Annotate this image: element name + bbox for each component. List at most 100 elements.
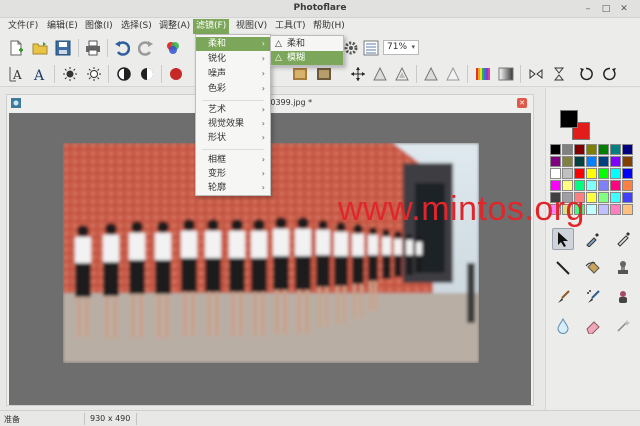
brightness-up-button[interactable]: [84, 64, 104, 84]
menu-item-sharpen[interactable]: 锐化 ›: [196, 52, 270, 66]
rotate-right-button[interactable]: [600, 64, 620, 84]
undo-button[interactable]: [112, 38, 132, 58]
sepia-button[interactable]: [314, 64, 334, 84]
color-swatch[interactable]: [610, 180, 621, 191]
menu-item-frames[interactable]: 相框 ›: [196, 153, 270, 167]
menu-image[interactable]: 图像(I): [82, 19, 116, 34]
color-swatch[interactable]: [622, 156, 633, 167]
color-picker-tool[interactable]: [612, 228, 634, 250]
photo-canvas[interactable]: [63, 143, 479, 363]
menu-adjust[interactable]: 调整(A): [156, 19, 193, 34]
menu-help[interactable]: 帮助(H): [310, 19, 348, 34]
color-swatch[interactable]: [610, 192, 621, 203]
color-swatch[interactable]: [550, 144, 561, 155]
spray-tool[interactable]: [582, 286, 604, 308]
color-swatch[interactable]: [562, 144, 573, 155]
soften-button[interactable]: [443, 64, 463, 84]
minimize-button[interactable]: –: [582, 3, 594, 15]
menu-select[interactable]: 选择(S): [118, 19, 155, 34]
color-swatch[interactable]: [622, 144, 633, 155]
color-swatch[interactable]: [574, 144, 585, 155]
menu-item-visual-effects[interactable]: 视觉效果 ›: [196, 117, 270, 131]
menu-tools[interactable]: 工具(T): [272, 19, 309, 34]
color-swatch[interactable]: [574, 156, 585, 167]
redo-button[interactable]: [136, 38, 156, 58]
menu-filters[interactable]: 滤镜(F): [193, 19, 230, 34]
color-swatch[interactable]: [586, 156, 597, 167]
menu-item-outline[interactable]: 轮廓 ›: [196, 181, 270, 195]
rotate-left-button[interactable]: [576, 64, 596, 84]
menu-item-noise[interactable]: 噪声 ›: [196, 67, 270, 81]
contrast-down-button[interactable]: [114, 64, 134, 84]
color-swatch[interactable]: [586, 144, 597, 155]
color-swatch[interactable]: [598, 144, 609, 155]
eraser-tool[interactable]: [582, 315, 604, 337]
sharpen-button[interactable]: [421, 64, 441, 84]
color-swatch[interactable]: [598, 180, 609, 191]
menu-item-distort[interactable]: 变形 ›: [196, 167, 270, 181]
red-filter-button[interactable]: [166, 64, 186, 84]
brush-tool[interactable]: [552, 286, 574, 308]
shape-button-2[interactable]: [392, 64, 412, 84]
color-swatch[interactable]: [610, 204, 621, 215]
maximize-button[interactable]: □: [600, 3, 612, 15]
color-swatch[interactable]: [598, 204, 609, 215]
menu-item-soften[interactable]: 柔和 ›: [196, 37, 270, 51]
color-picker-button[interactable]: [163, 38, 183, 58]
open-file-button[interactable]: [30, 38, 50, 58]
flip-horizontal-button[interactable]: [526, 64, 546, 84]
color-swatch[interactable]: [610, 156, 621, 167]
oil-paint-button[interactable]: [290, 64, 310, 84]
paint-bucket-tool[interactable]: [582, 257, 604, 279]
color-swatch[interactable]: [586, 168, 597, 179]
gradient-button[interactable]: [496, 64, 516, 84]
submenu-item-blur[interactable]: △ 模糊: [271, 51, 343, 65]
stamp-tool[interactable]: [612, 257, 634, 279]
submenu-item-soften[interactable]: △ 柔和: [271, 37, 343, 51]
blur-tool[interactable]: [552, 315, 574, 337]
text-effect-button[interactable]: A: [30, 64, 50, 84]
close-window-button[interactable]: ✕: [618, 3, 630, 15]
eyedropper-tool[interactable]: [582, 228, 604, 250]
brightness-down-button[interactable]: [60, 64, 80, 84]
print-button[interactable]: [83, 38, 103, 58]
color-swatch[interactable]: [622, 168, 633, 179]
color-swatch[interactable]: [586, 204, 597, 215]
move-button[interactable]: [348, 64, 368, 84]
smudge-tool[interactable]: [612, 286, 634, 308]
foreground-color-swatch[interactable]: [560, 110, 578, 128]
menu-view[interactable]: 视图(V): [233, 19, 270, 34]
color-swatch[interactable]: [622, 180, 633, 191]
contrast-up-button[interactable]: [137, 64, 157, 84]
color-swatch[interactable]: [610, 144, 621, 155]
new-file-button[interactable]: [6, 38, 26, 58]
color-bars-button[interactable]: [473, 64, 493, 84]
settings-button[interactable]: [341, 38, 361, 58]
menu-edit[interactable]: 编辑(E): [44, 19, 81, 34]
line-tool[interactable]: [552, 257, 574, 279]
color-swatch[interactable]: [562, 156, 573, 167]
color-swatch[interactable]: [598, 168, 609, 179]
close-document-button[interactable]: ✕: [517, 98, 527, 108]
color-swatch[interactable]: [610, 168, 621, 179]
pointer-tool[interactable]: [552, 228, 574, 250]
text-filter-button[interactable]: A: [6, 64, 26, 84]
color-swatch[interactable]: [586, 192, 597, 203]
color-swatch[interactable]: [574, 168, 585, 179]
color-swatch[interactable]: [598, 192, 609, 203]
menu-file[interactable]: 文件(F): [5, 19, 41, 34]
color-swatch[interactable]: [550, 168, 561, 179]
color-swatch[interactable]: [562, 168, 573, 179]
color-swatch[interactable]: [586, 180, 597, 191]
color-swatch[interactable]: [598, 156, 609, 167]
menu-item-color[interactable]: 色彩 ›: [196, 82, 270, 96]
flip-vertical-button[interactable]: [549, 64, 569, 84]
magic-wand-tool[interactable]: [612, 315, 634, 337]
color-swatch[interactable]: [622, 192, 633, 203]
save-button[interactable]: [53, 38, 73, 58]
shape-button[interactable]: [370, 64, 390, 84]
color-swatch[interactable]: [550, 156, 561, 167]
zoom-select[interactable]: 71% ▾: [383, 40, 419, 55]
menu-item-shapes[interactable]: 形状 ›: [196, 131, 270, 145]
color-swatch[interactable]: [622, 204, 633, 215]
